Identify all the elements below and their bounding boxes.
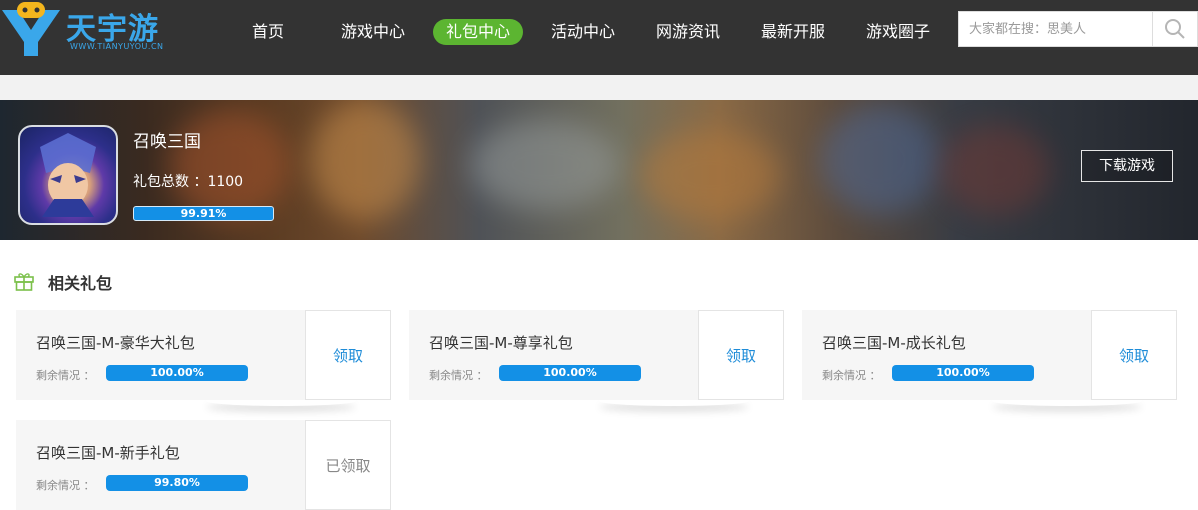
gift-card-body: 召唤三国-M-豪华大礼包 剩余情况 ： 100.00% — [16, 310, 305, 400]
remain-label: 剩余情况 ： — [36, 369, 95, 382]
gift-name: 召唤三国-M-成长礼包 — [822, 334, 966, 352]
gift-card-body: 召唤三国-M-尊享礼包 剩余情况 ： 100.00% — [409, 310, 698, 400]
nav-item-home[interactable]: 首页 — [240, 19, 296, 45]
remain-progress: 100.00% — [499, 365, 641, 381]
section-title: 相关礼包 — [48, 274, 113, 293]
nav-item-new-servers[interactable]: 最新开服 — [756, 19, 830, 45]
banner-art — [940, 125, 1050, 215]
banner-art — [820, 105, 940, 215]
header-spacer — [0, 75, 1198, 100]
game-remaining-progress: 99.91% — [133, 206, 274, 221]
logo-domain: WWW.TIANYUYOU.CN — [70, 42, 164, 51]
remain-progress: 100.00% — [106, 365, 248, 381]
search-icon — [1165, 19, 1185, 39]
banner-art — [640, 130, 780, 220]
claim-button[interactable]: 领取 — [305, 310, 391, 400]
gift-card-body: 召唤三国-M-新手礼包 剩余情况 ： 99.80% — [16, 420, 305, 510]
claim-button[interactable]: 领取 — [1091, 310, 1177, 400]
gift-card-body: 召唤三国-M-成长礼包 剩余情况 ： 100.00% — [802, 310, 1091, 400]
gift-card: 召唤三国-M-成长礼包 剩余情况 ： 100.00% 领取 — [802, 310, 1177, 400]
claimed-button[interactable]: 已领取 — [305, 420, 391, 510]
game-title: 召唤三国 — [133, 132, 201, 152]
gift-card: 召唤三国-M-豪华大礼包 剩余情况 ： 100.00% 领取 — [16, 310, 391, 400]
search-button[interactable] — [1152, 11, 1198, 47]
banner-art — [470, 120, 620, 210]
gift-card: 召唤三国-M-尊享礼包 剩余情况 ： 100.00% 领取 — [409, 310, 784, 400]
remain-label: 剩余情况 ： — [822, 369, 881, 382]
gift-name: 召唤三国-M-尊享礼包 — [429, 334, 573, 352]
nav-item-gift-center[interactable]: 礼包中心 — [433, 19, 523, 45]
game-avatar-art — [40, 133, 96, 217]
remain-label: 剩余情况 ： — [429, 369, 488, 382]
nav-item-events[interactable]: 活动中心 — [546, 19, 620, 45]
nav-item-game-center[interactable]: 游戏中心 — [336, 19, 410, 45]
gift-name: 召唤三国-M-豪华大礼包 — [36, 334, 195, 352]
claim-button[interactable]: 领取 — [698, 310, 784, 400]
site-logo[interactable]: 天宇游 WWW.TIANYUYOU.CN — [0, 0, 200, 60]
logo-icon — [2, 2, 60, 56]
download-game-button[interactable]: 下载游戏 — [1081, 150, 1173, 182]
nav-item-news[interactable]: 网游资讯 — [651, 19, 725, 45]
remain-label: 剩余情况 ： — [36, 479, 95, 492]
top-header: 天宇游 WWW.TIANYUYOU.CN 首页 游戏中心 礼包中心 活动中心 网… — [0, 0, 1198, 75]
gift-card: 召唤三国-M-新手礼包 剩余情况 ： 99.80% 已领取 — [16, 420, 391, 510]
game-icon-image[interactable] — [18, 125, 118, 225]
gift-name: 召唤三国-M-新手礼包 — [36, 444, 180, 462]
banner-art — [310, 100, 420, 220]
gift-icon — [14, 273, 34, 291]
remain-progress: 99.80% — [106, 475, 248, 491]
remain-progress: 100.00% — [892, 365, 1034, 381]
search-box — [958, 11, 1153, 47]
search-input[interactable] — [959, 12, 1153, 46]
nav-item-community[interactable]: 游戏圈子 — [861, 19, 935, 45]
gift-total-count: 礼包总数 ：1100 — [133, 174, 244, 190]
